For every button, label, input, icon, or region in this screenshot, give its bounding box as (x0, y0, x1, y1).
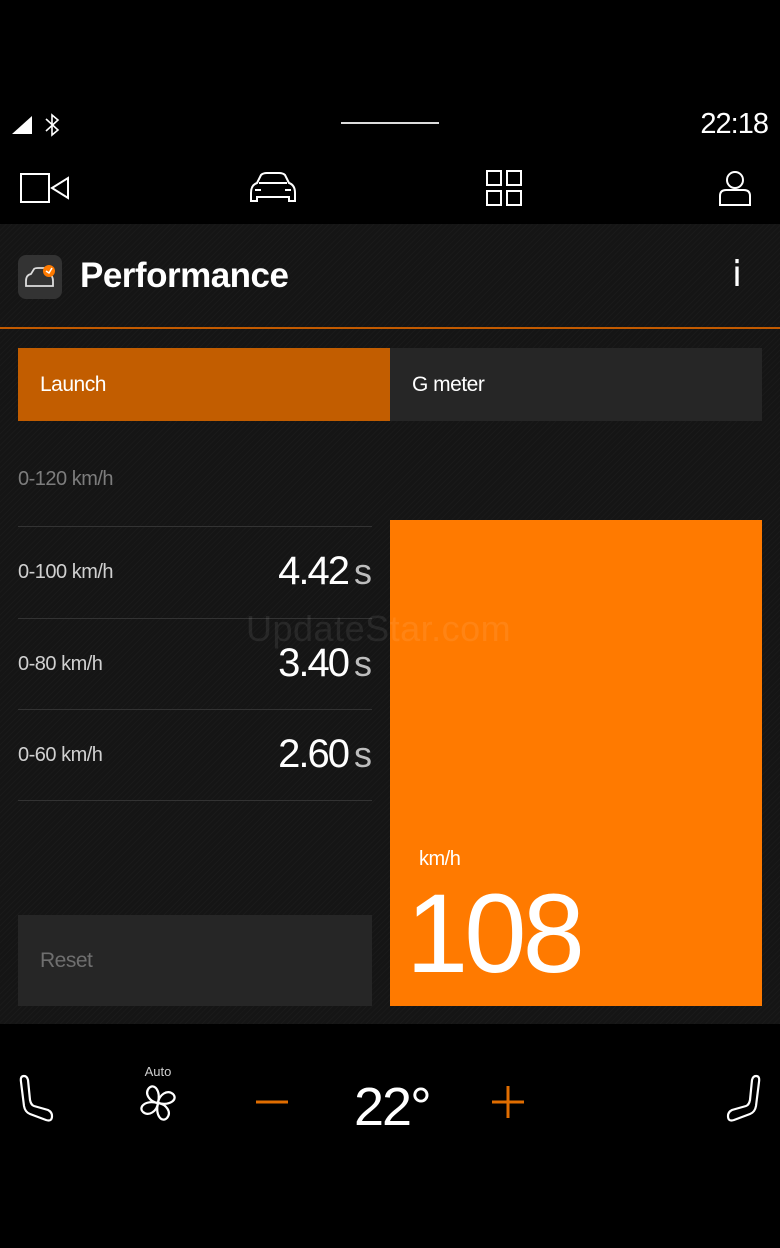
speed-panel: km/h 108 (390, 520, 762, 1006)
fan-mode-label: Auto (144, 1064, 172, 1079)
result-unit: s (354, 551, 372, 592)
reset-button[interactable]: Reset (18, 915, 372, 1006)
tab-g-meter[interactable]: G meter (390, 348, 762, 421)
drag-handle[interactable] (341, 122, 439, 124)
divider (18, 800, 372, 801)
minus-icon[interactable] (254, 1084, 290, 1120)
result-label: 0-80 km/h (18, 653, 103, 675)
result-row: 0-100 km/h 4.42 s (18, 526, 372, 617)
result-unit: s (354, 734, 372, 775)
car-icon (250, 172, 296, 202)
climate-bar: Auto 22° (0, 1024, 780, 1248)
result-label: 0-60 km/h (18, 744, 103, 766)
seat-heat-right-icon[interactable] (724, 1072, 764, 1128)
camera-icon (20, 173, 69, 203)
clock: 22:18 (700, 108, 769, 140)
fan-icon (140, 1085, 176, 1121)
seat-heat-left-icon[interactable] (16, 1072, 56, 1128)
fan-control[interactable]: Auto (130, 1064, 186, 1134)
tab-launch[interactable]: Launch (18, 348, 390, 421)
camera-button[interactable] (0, 156, 90, 220)
apps-grid-icon (486, 170, 522, 206)
performance-app: Performance i Launch G meter 0-120 km/h … (0, 224, 780, 1024)
performance-app-icon (18, 255, 62, 299)
plus-icon[interactable] (490, 1084, 526, 1120)
result-label: 0-100 km/h (18, 561, 114, 583)
result-value: 2.60 s (278, 732, 372, 777)
tab-bar: Launch G meter (18, 348, 762, 421)
info-button[interactable]: i (722, 254, 752, 300)
speed-unit: km/h (419, 848, 461, 870)
result-time: 2.60 (278, 732, 350, 776)
result-row: 0-60 km/h 2.60 s (18, 709, 372, 800)
car-button[interactable] (228, 156, 318, 220)
result-label-0-120: 0-120 km/h (18, 468, 114, 490)
status-bar: 22:18 (0, 100, 780, 148)
temperature-value: 22° (354, 1077, 432, 1137)
result-value: 4.42 s (278, 549, 372, 594)
apps-button[interactable] (459, 156, 549, 220)
page-title: Performance (80, 256, 289, 295)
top-nav (0, 156, 780, 220)
result-time: 4.42 (278, 549, 350, 593)
signal-icon (12, 116, 32, 134)
speed-value: 108 (406, 871, 585, 996)
profile-button[interactable] (690, 156, 780, 220)
app-header: Performance i (0, 224, 780, 329)
watermark: UpdateStar.com (246, 608, 512, 649)
profile-icon (719, 171, 751, 206)
bluetooth-icon (45, 113, 60, 137)
